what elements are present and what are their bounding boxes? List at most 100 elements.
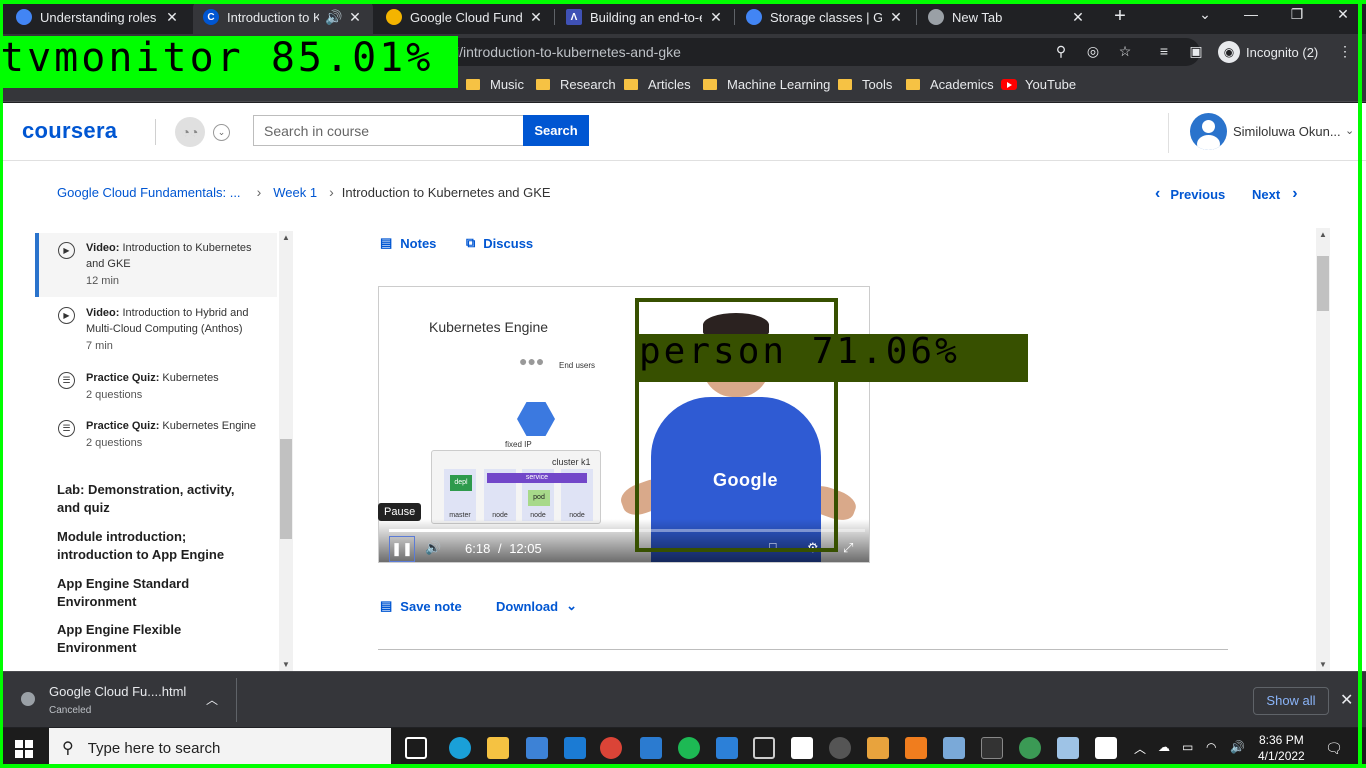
tab-building-end-to-end[interactable]: Λ Building an end-to-en ✕ [556, 0, 734, 34]
microsoft-store-icon[interactable] [526, 737, 548, 759]
pause-button[interactable]: ❚❚ [389, 536, 415, 562]
close-tab-icon[interactable]: ✕ [528, 9, 544, 26]
minimize-button[interactable]: — [1236, 6, 1266, 22]
tab-google-cloud-fundamentals[interactable]: Google Cloud Fundam ✕ [376, 0, 554, 34]
group-icon[interactable]: ◔◔ [175, 117, 205, 147]
wifi-icon[interactable]: ◠ [1206, 740, 1216, 754]
side-panel-icon[interactable]: ▣ [1187, 43, 1205, 61]
close-tab-icon[interactable]: ✕ [164, 9, 180, 26]
close-tab-icon[interactable]: ✕ [888, 9, 904, 26]
fullscreen-icon[interactable]: ⤢ [843, 540, 853, 556]
breadcrumb-course[interactable]: Google Cloud Fundamentals: ... [57, 185, 241, 200]
sidebar-item-video-kubernetes[interactable]: ▶ Video: Introduction to Kubernetes and … [58, 240, 268, 296]
spotify-icon[interactable] [678, 737, 700, 759]
tab-storage-classes[interactable]: Storage classes | Goo ✕ [736, 0, 914, 34]
terminal-icon[interactable] [981, 737, 1003, 759]
coursera-logo[interactable]: coursera [22, 118, 117, 144]
media-player-icon[interactable] [829, 737, 851, 759]
lesson-lab-demonstration[interactable]: Lab: Demonstration, activity, and quiz [57, 481, 257, 517]
sidebar-scrollbar[interactable]: ▲ ▼ [279, 231, 293, 671]
sidebar-item-quiz-kubernetes-engine[interactable]: ☰ Practice Quiz: Kubernetes Engine 2 que… [58, 418, 268, 474]
network-app-icon[interactable] [1019, 737, 1041, 759]
bookmark-research[interactable]: Research [536, 77, 616, 92]
lesson-module-introduction[interactable]: Module introduction; introduction to App… [57, 528, 257, 564]
notion-icon[interactable] [791, 737, 813, 759]
media-controls-icon[interactable]: ≡ [1155, 43, 1173, 61]
close-tab-icon[interactable]: ✕ [708, 9, 724, 26]
save-note-button[interactable]: ▤ Save note [380, 598, 462, 614]
notepad-icon[interactable] [943, 737, 965, 759]
edge-icon[interactable] [449, 737, 471, 759]
volume-icon[interactable]: 🔊 [425, 540, 441, 556]
lesson-app-engine-flexible[interactable]: App Engine Flexible Environment [57, 621, 257, 657]
sidebar-item-video-anthos[interactable]: ▶ Video: Introduction to Hybrid and Mult… [58, 305, 268, 361]
clock[interactable]: 8:36 PM 4/1/2022 [1258, 732, 1305, 764]
maximize-button[interactable]: ❐ [1282, 6, 1312, 23]
show-all-button[interactable]: Show all [1253, 687, 1329, 715]
bookmark-star-icon[interactable]: ☆ [1116, 43, 1134, 61]
scroll-up-icon[interactable]: ▲ [282, 233, 290, 242]
previous-button[interactable]: ‹ Previous [1155, 185, 1225, 203]
scrollbar-thumb[interactable] [1317, 256, 1329, 311]
breadcrumb-week[interactable]: Week 1 [273, 185, 317, 200]
close-window-button[interactable]: ✕ [1328, 6, 1358, 23]
tab-new-tab[interactable]: New Tab ✕ [918, 0, 1096, 34]
sidebar-item-quiz-kubernetes[interactable]: ☰ Practice Quiz: Kubernetes 2 questions [58, 370, 268, 410]
incognito-profile-button[interactable]: ◉ Incognito (2) [1218, 41, 1318, 63]
chevron-up-icon[interactable]: ︿ [206, 691, 218, 708]
photos-icon[interactable] [1095, 737, 1117, 759]
main-scrollbar[interactable]: ▲ ▼ [1316, 228, 1330, 671]
new-tab-button[interactable]: + [1109, 6, 1131, 28]
task-view-icon[interactable] [405, 737, 427, 759]
tab-search-chevron-icon[interactable]: ⌄ [1190, 6, 1220, 23]
bookmark-youtube[interactable]: YouTube [1001, 77, 1076, 92]
bookmark-music[interactable]: Music [466, 77, 524, 92]
scrollbar-thumb[interactable] [280, 439, 292, 539]
bookmark-academics[interactable]: Academics [906, 77, 994, 92]
next-button[interactable]: Next › [1252, 185, 1298, 203]
battery-icon[interactable]: ▭ [1182, 740, 1193, 754]
bookmark-machine-learning[interactable]: Machine Learning [703, 77, 830, 92]
user-name[interactable]: Similoluwa Okun... [1233, 124, 1341, 139]
file-explorer-icon[interactable] [487, 737, 509, 759]
download-filename[interactable]: Google Cloud Fu....html [49, 684, 186, 699]
audio-playing-icon[interactable]: 🔊 [325, 9, 342, 26]
notes-link[interactable]: ▤ Notes [380, 235, 436, 251]
url-text[interactable]: i/introduction-to-kubernetes-and-gke [456, 44, 681, 60]
close-tab-icon[interactable]: ✕ [347, 9, 363, 26]
volume-icon[interactable]: 🔊 [1230, 740, 1245, 754]
close-tab-icon[interactable]: ✕ [1070, 9, 1086, 26]
cloud-icon[interactable]: ☁ [1158, 740, 1170, 754]
tab-understanding-roles[interactable]: Understanding roles ✕ [6, 0, 190, 34]
chrome-icon[interactable] [600, 737, 622, 759]
jupyter-icon[interactable] [716, 737, 738, 759]
windows-start-icon[interactable] [15, 740, 33, 758]
zoom-icon[interactable]: ⚲ [1052, 43, 1070, 61]
tools-icon[interactable] [867, 737, 889, 759]
search-input[interactable] [253, 115, 523, 146]
vscode-icon[interactable] [640, 737, 662, 759]
avatar[interactable] [1190, 113, 1227, 150]
pdf-icon[interactable] [905, 737, 927, 759]
bookmark-articles[interactable]: Articles [624, 77, 691, 92]
more-menu-icon[interactable]: ⋮ [1336, 43, 1354, 61]
taskbar-search[interactable]: ⚲ Type here to search [49, 728, 391, 768]
virtualbox-icon[interactable] [753, 737, 775, 759]
scroll-up-icon[interactable]: ▲ [1319, 230, 1327, 239]
download-button[interactable]: Download ⌄ [496, 598, 577, 614]
scroll-down-icon[interactable]: ▼ [282, 660, 290, 669]
chevron-down-icon[interactable]: ⌄ [1345, 124, 1354, 137]
search-button[interactable]: Search [523, 115, 589, 146]
close-icon[interactable]: ✕ [1340, 690, 1353, 710]
chevron-up-icon[interactable]: ︿ [1134, 740, 1146, 757]
chevron-down-icon[interactable]: ⌄ [213, 124, 230, 141]
tracking-blocked-icon[interactable]: ◎ [1084, 43, 1102, 61]
mail-icon[interactable] [564, 737, 586, 759]
app-icon[interactable] [1057, 737, 1079, 759]
tab-introduction-to-kubernetes[interactable]: C Introduction to Ku 🔊 ✕ [193, 0, 373, 34]
bookmark-tools[interactable]: Tools [838, 77, 892, 92]
discuss-link[interactable]: ⧉ Discuss [466, 235, 533, 251]
lesson-app-engine-standard[interactable]: App Engine Standard Environment [57, 575, 257, 611]
scroll-down-icon[interactable]: ▼ [1319, 660, 1327, 669]
notification-icon[interactable]: 🗨 [1325, 740, 1343, 757]
